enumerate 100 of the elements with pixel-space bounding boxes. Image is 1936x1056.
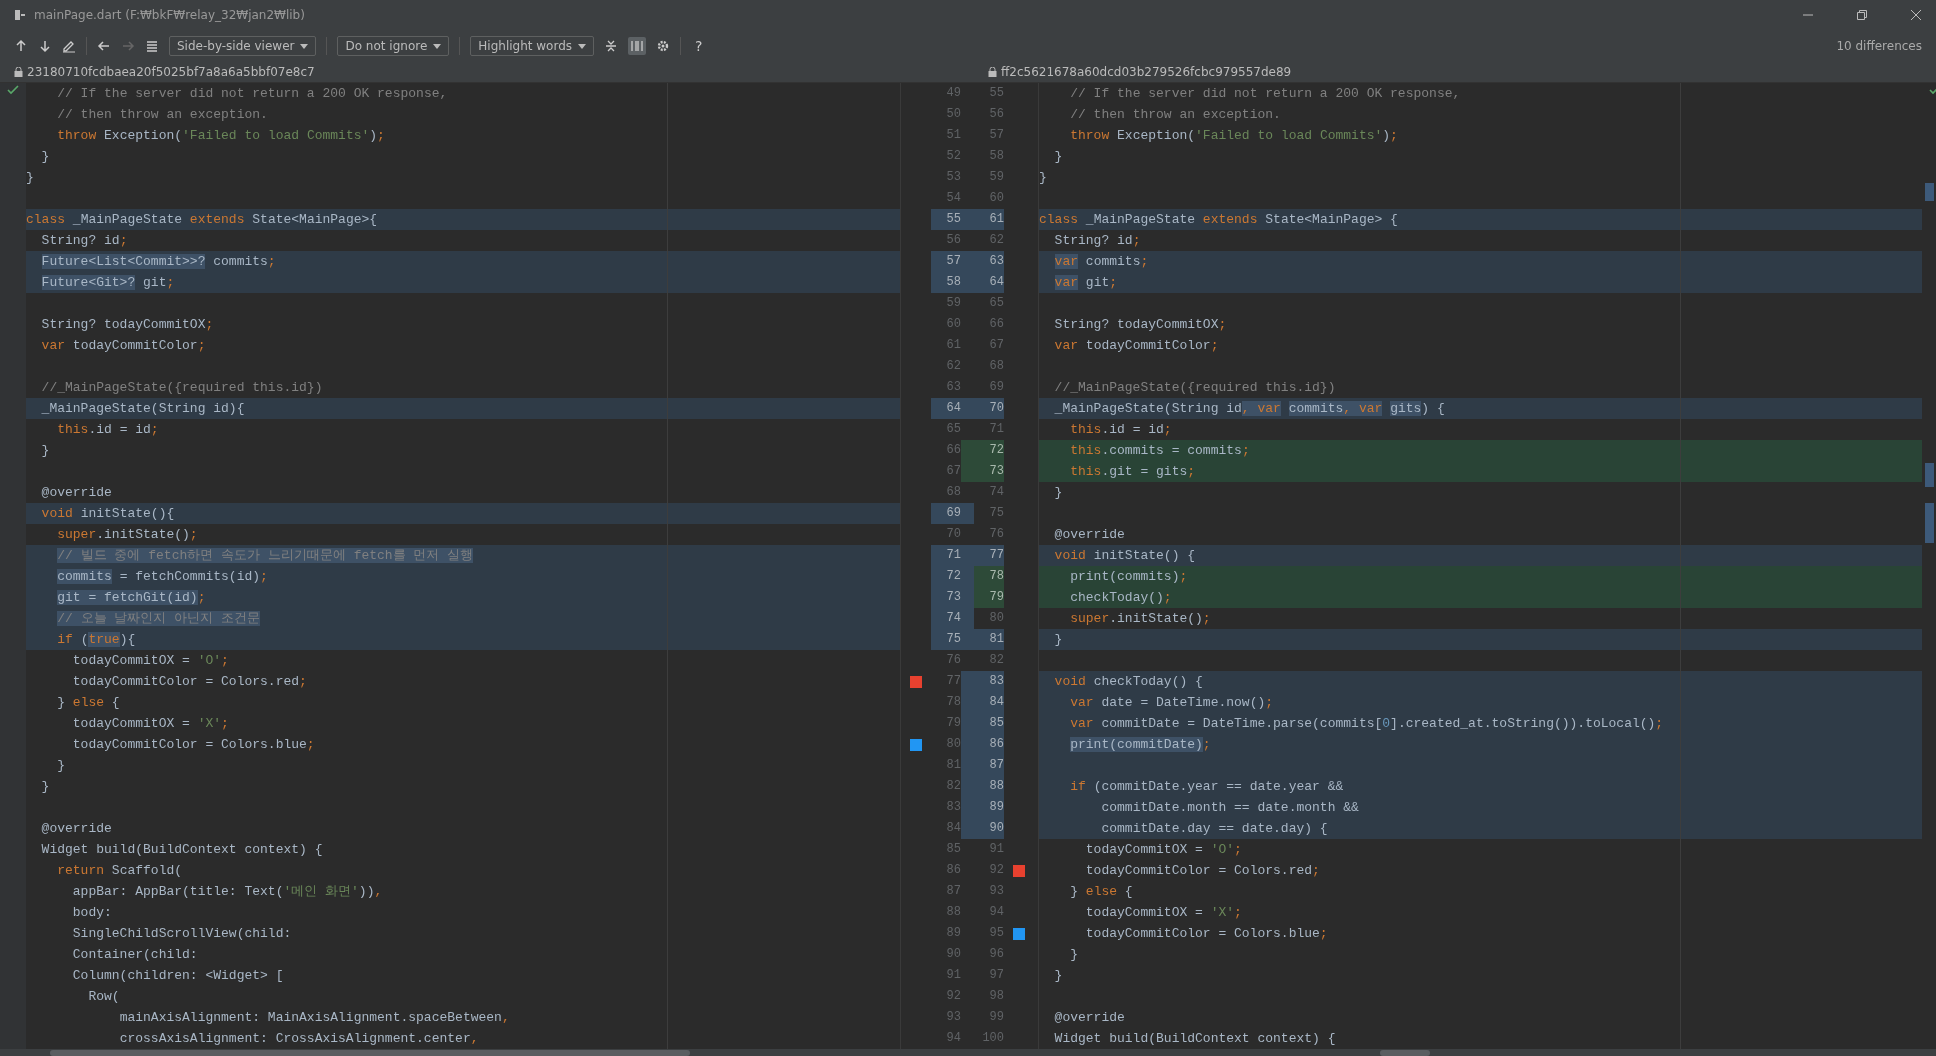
line-number: 64 [974, 272, 1004, 293]
line-number: 93 [988, 883, 1004, 900]
line-number: 50 [945, 106, 961, 123]
code-line: todayCommitOX = 'O'; [1084, 842, 1242, 857]
line-number: 88 [945, 904, 961, 921]
line-number: 76 [988, 526, 1004, 543]
code-line: String? id; [40, 233, 128, 248]
line-number: 69 [931, 503, 961, 524]
pencil-icon[interactable] [62, 39, 76, 53]
line-number: 57 [988, 127, 1004, 144]
line-number: 62 [945, 358, 961, 375]
code-line: String? todayCommitOX; [1053, 317, 1227, 332]
code-line: } [1069, 947, 1079, 962]
line-number: 59 [945, 295, 961, 312]
line-number: 68 [988, 358, 1004, 375]
line-number: 49 [945, 85, 961, 102]
line-number: 83 [974, 671, 1004, 692]
code-line: return Scaffold( [56, 863, 183, 878]
code-line: void checkToday() { [1053, 674, 1203, 689]
code-line: todayCommitColor = Colors.blue; [71, 737, 315, 752]
code-line: // If the server did not return a 200 OK response, [1069, 86, 1461, 101]
code-line: todayCommitColor = Colors.red; [1084, 863, 1320, 878]
code-line: var date = DateTime.now(); [1069, 695, 1274, 710]
code-line: } [56, 758, 66, 773]
lock-icon [988, 67, 997, 77]
up-arrow-icon[interactable] [14, 39, 28, 53]
line-number: 90 [945, 946, 961, 963]
line-number: 78 [945, 694, 961, 711]
code-line: var git; [1053, 275, 1118, 290]
line-number: 85 [945, 841, 961, 858]
line-number: 96 [988, 946, 1004, 963]
code-line: this.git = gits; [1069, 464, 1196, 479]
code-line: if (commitDate.year == date.year && [1069, 779, 1344, 794]
line-number: 58 [931, 272, 961, 293]
split-view-toggle[interactable] [628, 37, 647, 55]
settings-icon[interactable] [656, 39, 671, 53]
line-number: 79 [945, 715, 961, 732]
line-number: 55 [988, 85, 1004, 102]
highlight-dropdown[interactable]: Highlight words [470, 36, 595, 56]
line-number: 86 [974, 734, 1004, 755]
code-line: if (true){ [56, 632, 136, 647]
line-number: 74 [988, 484, 1004, 501]
line-number: 91 [988, 841, 1004, 858]
horizontal-scrollbar[interactable] [50, 1050, 690, 1056]
code-line: this.id = id; [1069, 422, 1172, 437]
line-number: 73 [974, 461, 1004, 482]
code-line: SingleChildScrollView(child: [71, 926, 292, 941]
line-number: 65 [988, 295, 1004, 312]
code-line: } [26, 170, 34, 185]
line-number: 67 [988, 337, 1004, 354]
code-line: // then throw an exception. [56, 107, 268, 122]
down-arrow-icon[interactable] [38, 39, 52, 53]
line-number: 70 [945, 526, 961, 543]
code-line: var todayCommitColor; [1053, 338, 1219, 353]
line-number: 83 [945, 799, 961, 816]
code-line: @override [1053, 1010, 1125, 1025]
code-line: todayCommitColor = Colors.red; [71, 674, 307, 689]
help-button[interactable]: ? [691, 38, 707, 54]
line-number: 98 [988, 988, 1004, 1005]
viewer-dropdown[interactable]: Side-by-side viewer [169, 36, 317, 56]
caret-icon [300, 44, 309, 49]
code-line: var todayCommitColor; [40, 338, 206, 353]
line-number: 92 [945, 988, 961, 1005]
code-line: var commits; [1053, 254, 1149, 269]
horizontal-scrollbar[interactable] [1380, 1050, 1430, 1056]
code-line: todayCommitColor = Colors.blue; [1084, 926, 1328, 941]
collapse-icon[interactable] [604, 39, 619, 53]
line-number: 81 [945, 757, 961, 774]
code-line: } [1053, 149, 1063, 164]
code-line: //_MainPageState({required this.id}) [40, 380, 323, 395]
close-icon[interactable] [1910, 9, 1922, 21]
code-line: } else { [56, 695, 120, 710]
code-line: } [40, 149, 50, 164]
code-line: //_MainPageState({required this.id}) [1053, 380, 1336, 395]
line-number: 54 [945, 190, 961, 207]
ignore-dropdown[interactable]: Do not ignore [337, 36, 450, 56]
code-line: @override [40, 821, 112, 836]
line-number: 72 [931, 566, 961, 587]
line-number: 93 [945, 1009, 961, 1026]
line-number: 94 [945, 1030, 961, 1047]
diff-connector [961, 503, 974, 524]
line-number: 55 [931, 209, 961, 230]
left-arrow-icon[interactable] [97, 39, 111, 53]
code-line: commitDate.day == date.day) { [1100, 821, 1328, 836]
restore-icon[interactable] [1856, 9, 1868, 21]
window-title: mainPage.dart (F:₩bkF₩relay_32₩jan2₩lib) [34, 8, 305, 22]
line-number: 58 [988, 148, 1004, 165]
line-number: 59 [988, 169, 1004, 186]
code-line: commits = fetchCommits(id); [56, 569, 268, 584]
revision-hash: 23180710fcdbaea20f5025bf7a8a6a5bbf07e8c7 [27, 65, 315, 79]
line-number: 87 [945, 883, 961, 900]
change-marker [1925, 463, 1934, 487]
list-icon[interactable] [145, 39, 159, 53]
line-number: 60 [988, 190, 1004, 207]
code-line: appBar: AppBar(title: Text('메인 화면')), [71, 884, 383, 899]
check-icon [7, 85, 19, 95]
line-number: 89 [945, 925, 961, 942]
code-line: this.commits = commits; [1069, 443, 1250, 458]
line-number: 94 [988, 904, 1004, 921]
code-line: throw Exception('Failed to load Commits'); [1069, 128, 1398, 143]
